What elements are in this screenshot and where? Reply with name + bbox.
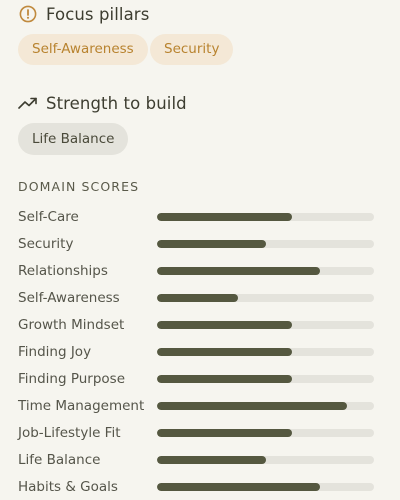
domain-score-bar-track [157, 456, 374, 464]
pillar-chip-label: Security [164, 41, 220, 57]
domain-score-label: Finding Purpose [18, 371, 126, 387]
domain-score-row: Job-Lifestyle Fit [18, 423, 374, 443]
domain-score-bar-track [157, 348, 374, 356]
domain-score-row: Life Balance [18, 450, 374, 470]
domain-score-bar-track [157, 294, 374, 302]
pillar-chip-security[interactable]: Security [150, 34, 234, 65]
domain-score-bar-fill [157, 375, 292, 383]
domain-score-bar-track [157, 429, 374, 437]
domain-score-row: Time Management [18, 396, 374, 416]
domain-scores-heading: DOMAIN SCORES [18, 179, 140, 194]
domain-score-row: Self-Awareness [18, 288, 374, 308]
domain-score-label: Job-Lifestyle Fit [18, 425, 121, 441]
pillar-chip-label: Self-Awareness [32, 41, 134, 57]
domain-score-row: Self-Care [18, 207, 374, 227]
domain-score-bar-fill [157, 240, 266, 248]
domain-score-bar-track [157, 213, 374, 221]
domain-score-bar-fill [157, 213, 292, 221]
domain-score-label: Self-Awareness [18, 290, 120, 306]
strength-chip-label: Life Balance [32, 131, 115, 147]
domain-score-bar-fill [157, 348, 292, 356]
domain-score-bar-fill [157, 321, 292, 329]
domain-score-row: Relationships [18, 261, 374, 281]
focus-pillars-title: Focus pillars [46, 4, 150, 24]
domain-score-label: Finding Joy [18, 344, 92, 360]
domain-score-bar-fill [157, 402, 347, 410]
domain-score-row: Security [18, 234, 374, 254]
trending-up-icon [18, 93, 38, 113]
domain-score-row: Finding Joy [18, 342, 374, 362]
domain-score-label: Growth Mindset [18, 317, 125, 333]
domain-score-label: Security [18, 236, 74, 252]
domain-score-label: Life Balance [18, 452, 101, 468]
domain-score-label: Relationships [18, 263, 108, 279]
domain-score-bar-track [157, 321, 374, 329]
domain-score-bar-track [157, 267, 374, 275]
strength-chip-life-balance[interactable]: Life Balance [18, 123, 129, 155]
domain-score-bar-fill [157, 294, 239, 302]
domain-score-row: Growth Mindset [18, 315, 374, 335]
domain-score-bar-fill [157, 267, 320, 275]
pillar-chip-self-awareness[interactable]: Self-Awareness [18, 34, 148, 65]
domain-score-bar-track [157, 240, 374, 248]
strength-header: Strength to build [18, 93, 187, 113]
domain-score-label: Time Management [18, 398, 145, 414]
domain-score-bar-track [157, 483, 374, 491]
domain-score-bar-track [157, 375, 374, 383]
domain-score-label: Self-Care [18, 209, 79, 225]
domain-score-label: Habits & Goals [18, 479, 118, 495]
domain-score-row: Habits & Goals [18, 477, 374, 497]
domain-score-bar-fill [157, 483, 320, 491]
domain-score-bar-fill [157, 456, 266, 464]
domain-score-bar-fill [157, 429, 292, 437]
domain-score-row: Finding Purpose [18, 369, 374, 389]
domain-score-bar-track [157, 402, 374, 410]
strength-title: Strength to build [46, 93, 187, 113]
focus-pillars-header: Focus pillars [18, 4, 149, 24]
alert-circle-icon [18, 4, 38, 24]
